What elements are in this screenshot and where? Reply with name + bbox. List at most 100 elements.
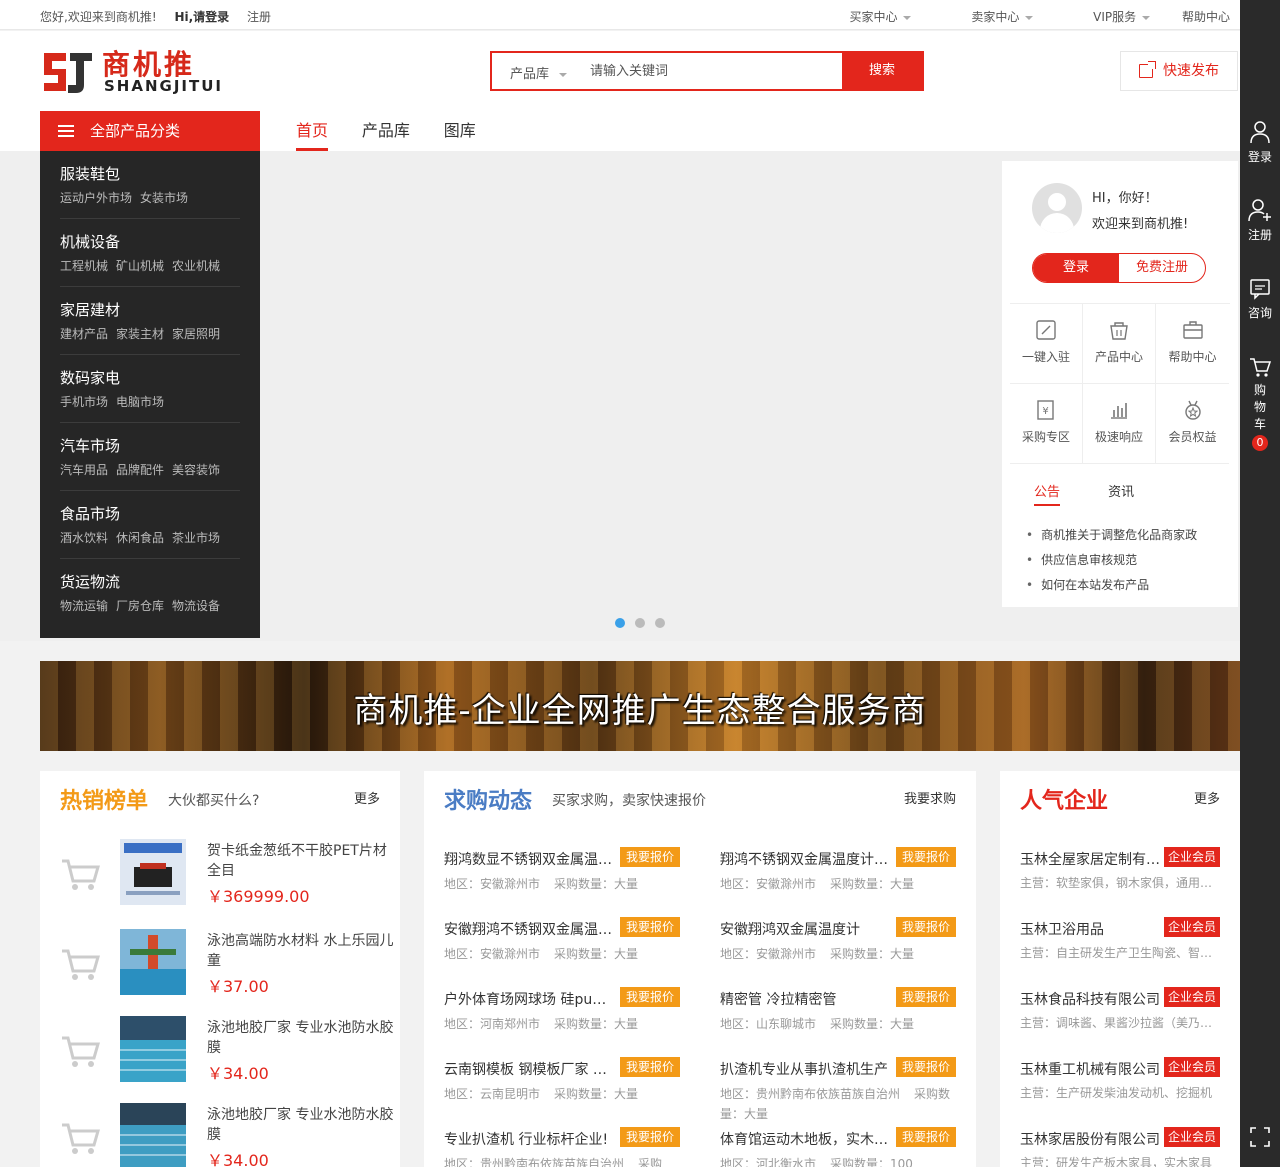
subcategory-link[interactable]: 运动户外市场 xyxy=(60,191,132,205)
category-item[interactable]: 家居建材 建材产品 家装主材 家居照明 xyxy=(60,287,240,355)
subcategory-link[interactable]: 矿山机械 xyxy=(116,259,164,273)
subcategory-link[interactable]: 品牌配件 xyxy=(116,463,164,477)
subcategory-link[interactable]: 家居照明 xyxy=(172,327,220,341)
popular-companies-more-link[interactable]: 更多 xyxy=(1194,788,1220,807)
subcategory-link[interactable]: 物流设备 xyxy=(172,599,220,613)
subcategory-link[interactable]: 女装市场 xyxy=(140,191,188,205)
subcategory-link[interactable]: 厂房仓库 xyxy=(116,599,164,613)
quote-button[interactable]: 我要报价 xyxy=(620,847,680,867)
request-title[interactable]: 云南钢模板 钢模板厂家 钢模板 xyxy=(444,1059,614,1079)
buying-request-item[interactable]: 安徽翔鸿不锈钢双金属温度计 我要报价 地区：安徽滁州市 采购数量：大量 xyxy=(444,917,680,979)
quick-link-purchase[interactable]: ¥ 采购专区 xyxy=(1010,384,1083,464)
request-title[interactable]: 安徽翔鸿不锈钢双金属温度计 xyxy=(444,919,614,939)
search-category-select[interactable]: 产品库 xyxy=(510,63,568,82)
quick-publish-button[interactable]: 快速发布 xyxy=(1120,51,1238,91)
sidebar-login-button[interactable]: 登录 xyxy=(1240,120,1280,165)
quote-button[interactable]: 我要报价 xyxy=(896,987,956,1007)
category-title[interactable]: 家居建材 xyxy=(60,299,240,320)
request-title[interactable]: 翔鸿不锈钢双金属温度计厂家 xyxy=(720,849,890,869)
category-item[interactable]: 食品市场 酒水饮料 休闲食品 茶业市场 xyxy=(60,491,240,559)
request-title[interactable]: 户外体育场网球场 硅pu运动地面 xyxy=(444,989,614,1009)
category-title[interactable]: 货运物流 xyxy=(60,571,240,592)
quick-link-response[interactable]: 极速响应 xyxy=(1083,384,1156,464)
category-title[interactable]: 服装鞋包 xyxy=(60,163,240,184)
company-name[interactable]: 玉林卫浴用品 xyxy=(1020,919,1162,939)
company-name[interactable]: 玉林家居股份有限公司 xyxy=(1020,1129,1162,1149)
quick-link-settle[interactable]: 一键入驻 xyxy=(1010,304,1083,384)
quote-button[interactable]: 我要报价 xyxy=(896,1127,956,1147)
panel-register-button[interactable]: 免费注册 xyxy=(1119,254,1205,282)
buying-request-item[interactable]: 精密管 冷拉精密管 我要报价 地区：山东聊城市 采购数量：大量 xyxy=(720,987,956,1049)
subcategory-link[interactable]: 工程机械 xyxy=(60,259,108,273)
post-request-link[interactable]: 我要求购 xyxy=(904,788,956,807)
buying-request-item[interactable]: 翔鸿数显不锈钢双金属温度计 我要报价 地区：安徽滁州市 采购数量：大量 xyxy=(444,847,680,909)
company-item[interactable]: 玉林卫浴用品 企业会员 主营：自主研发生产卫生陶瓷、智能马桶 xyxy=(1020,917,1220,979)
category-item[interactable]: 服装鞋包 运动户外市场 女装市场 xyxy=(60,151,240,219)
subcategory-link[interactable]: 手机市场 xyxy=(60,395,108,409)
subcategory-link[interactable]: 农业机械 xyxy=(172,259,220,273)
notice-item[interactable]: 如何在本站发布产品 xyxy=(1026,573,1197,598)
subcategory-link[interactable]: 美容装饰 xyxy=(172,463,220,477)
category-title[interactable]: 数码家电 xyxy=(60,367,240,388)
sidebar-consult-button[interactable]: 咨询 xyxy=(1240,278,1280,321)
buying-request-item[interactable]: 体育馆运动木地板，实木运动地板 我要报价 地区：河北衡水市 采购数量：100 xyxy=(720,1127,956,1167)
hot-list-more-link[interactable]: 更多 xyxy=(354,788,380,807)
subcategory-link[interactable]: 汽车用品 xyxy=(60,463,108,477)
quote-button[interactable]: 我要报价 xyxy=(896,1057,956,1077)
quote-button[interactable]: 我要报价 xyxy=(620,987,680,1007)
subcategory-link[interactable]: 休闲食品 xyxy=(116,531,164,545)
notice-item[interactable]: 供应信息审核规范 xyxy=(1026,548,1197,573)
buying-request-item[interactable]: 云南钢模板 钢模板厂家 钢模板 我要报价 地区：云南昆明市采购数量：大量 xyxy=(444,1057,680,1119)
buying-request-item[interactable]: 专业扒渣机 行业标杆企业! 我要报价 地区：贵州黔南布依族苗族自治州采购数 xyxy=(444,1127,680,1167)
promo-banner[interactable]: 商机推-企业全网推广生态整合服务商 xyxy=(40,661,1240,751)
login-link[interactable]: Hi,请登录 xyxy=(174,10,229,24)
carousel-dot[interactable] xyxy=(635,618,645,628)
site-logo[interactable]: 商机推 SHANGJITUI xyxy=(40,41,230,103)
category-item[interactable]: 机械设备 工程机械 矿山机械 农业机械 xyxy=(60,219,240,287)
subcategory-link[interactable]: 家装主材 xyxy=(116,327,164,341)
search-input[interactable] xyxy=(590,61,830,81)
carousel-dot[interactable] xyxy=(615,618,625,628)
company-item[interactable]: 玉林家居股份有限公司 企业会员 主营：研发生产板木家具，实木家具 xyxy=(1020,1127,1220,1167)
hot-product-item[interactable]: 泳池地胶厂家 专业水池防水胶膜 ￥34.00 xyxy=(60,1103,393,1167)
panel-login-button[interactable]: 登录 xyxy=(1033,254,1119,282)
quote-button[interactable]: 我要报价 xyxy=(620,917,680,937)
buying-request-item[interactable]: 安徽翔鸿双金属温度计 我要报价 地区：安徽滁州市 采购数量：大量 xyxy=(720,917,956,979)
request-title[interactable]: 扒渣机专业从事扒渣机生产 xyxy=(720,1059,890,1079)
hot-product-item[interactable]: 贺卡纸金葱纸不干胶PET片材全目 ￥369999.00 xyxy=(60,839,390,909)
seller-center-menu[interactable]: 卖家中心 xyxy=(943,10,1034,24)
company-name[interactable]: 玉林食品科技有限公司 xyxy=(1020,989,1162,1009)
subcategory-link[interactable]: 电脑市场 xyxy=(116,395,164,409)
quick-link-membership[interactable]: 会员权益 xyxy=(1156,384,1229,464)
company-name[interactable]: 玉林重工机械有限公司 xyxy=(1020,1059,1162,1079)
buying-request-item[interactable]: 户外体育场网球场 硅pu运动地面 我要报价 地区：河南郑州市采购数量：大量 xyxy=(444,987,680,1049)
category-item[interactable]: 汽车市场 汽车用品 品牌配件 美容装饰 xyxy=(60,423,240,491)
vip-service-menu[interactable]: VIP服务 xyxy=(1065,10,1151,24)
quote-button[interactable]: 我要报价 xyxy=(896,917,956,937)
category-title[interactable]: 汽车市场 xyxy=(60,435,240,456)
request-title[interactable]: 翔鸿数显不锈钢双金属温度计 xyxy=(444,849,614,869)
subcategory-link[interactable]: 建材产品 xyxy=(60,327,108,341)
quote-button[interactable]: 我要报价 xyxy=(620,1057,680,1077)
request-title[interactable]: 安徽翔鸿双金属温度计 xyxy=(720,919,890,939)
request-title[interactable]: 精密管 冷拉精密管 xyxy=(720,989,890,1009)
category-item[interactable]: 数码家电 手机市场 电脑市场 xyxy=(60,355,240,423)
carousel-dot[interactable] xyxy=(655,618,665,628)
sidebar-fullscreen-button[interactable] xyxy=(1240,1126,1280,1152)
subcategory-link[interactable]: 茶业市场 xyxy=(172,531,220,545)
sidebar-cart-button[interactable]: 购物车 0 xyxy=(1240,356,1280,451)
company-item[interactable]: 玉林食品科技有限公司 企业会员 主营：调味酱、果酱沙拉酱（美乃滋） xyxy=(1020,987,1220,1049)
category-item[interactable]: 货运物流 物流运输 厂房仓库 物流设备 xyxy=(60,559,240,627)
register-link[interactable]: 注册 xyxy=(247,10,271,24)
search-button[interactable]: 搜索 xyxy=(842,53,922,89)
tab-gallery[interactable]: 图库 xyxy=(444,111,476,151)
company-item[interactable]: 玉林重工机械有限公司 企业会员 主营：生产研发柴油发动机、挖掘机 xyxy=(1020,1057,1220,1119)
company-item[interactable]: 玉林全屋家居定制有限公司 企业会员 主营：软垫家俱，钢木家俱，通用家具 xyxy=(1020,847,1220,909)
category-title[interactable]: 机械设备 xyxy=(60,231,240,252)
buying-request-item[interactable]: 扒渣机专业从事扒渣机生产 我要报价 地区：贵州黔南布依族苗族自治州 采购数量：大量 xyxy=(720,1057,956,1121)
quick-link-help[interactable]: 帮助中心 xyxy=(1156,304,1229,384)
sidebar-register-button[interactable]: 注册 xyxy=(1240,198,1280,243)
quote-button[interactable]: 我要报价 xyxy=(620,1127,680,1147)
quote-button[interactable]: 我要报价 xyxy=(896,847,956,867)
help-center-link[interactable]: 帮助中心 xyxy=(1182,10,1230,24)
